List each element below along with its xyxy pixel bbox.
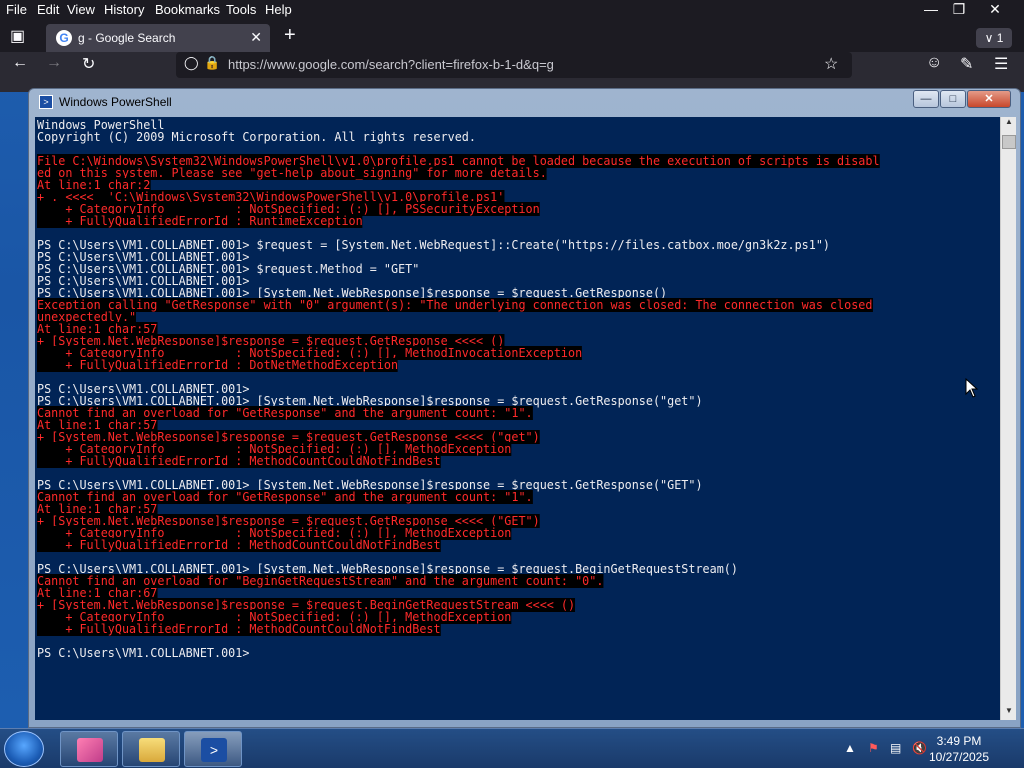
console-line: Cannot find an overload for "GetResponse… [37,490,880,504]
minimize-icon[interactable]: — [916,0,946,20]
taskbar: > ▲ ⚑ ▤ 🔇 3:49 PM 10/27/2025 [0,728,1024,768]
show-hidden-icons-icon[interactable]: ▲ [844,741,856,755]
powershell-icon: > [201,738,227,762]
console-error-text: + FullyQualifiedErrorId : MethodCountCou… [37,454,441,468]
menu-bookmarks[interactable]: Bookmarks [155,2,220,17]
restore-icon[interactable]: ❐ [944,0,974,20]
console-scrollbar[interactable]: ▲ ▼ [1000,117,1016,720]
scroll-up-icon[interactable]: ▲ [1001,117,1017,131]
tab-google-search[interactable]: G g - Google Search ✕ [46,24,270,52]
bookmark-star-icon[interactable]: ☆ [824,54,838,74]
console-line: PS C:\Users\VM1.COLLABNET.001> [37,647,880,659]
url-text[interactable]: https://www.google.com/search?client=fir… [228,57,554,72]
ps-close-button[interactable]: ✕ [967,90,1011,108]
console-error-text: + FullyQualifiedErrorId : DotNetMethodEx… [37,358,399,372]
tab-close-icon[interactable]: ✕ [250,29,262,46]
console-line: unexpectedly." [37,310,880,324]
console-line: Copyright (C) 2009 Microsoft Corporation… [37,131,880,143]
extensions-icon[interactable]: ✎ [960,54,973,74]
start-button[interactable] [4,731,44,767]
folder-icon [139,738,165,762]
tab-title: g - Google Search [78,31,176,45]
ps-minimize-button[interactable]: — [913,90,939,108]
system-tray: ▲ ⚑ ▤ 🔇 3:49 PM 10/27/2025 [824,729,1024,768]
console-line: + FullyQualifiedErrorId : RuntimeExcepti… [37,214,880,228]
mouse-pointer-icon [965,378,979,398]
console-lines: Windows PowerShell Copyright (C) 2009 Mic… [37,119,897,659]
taskbar-powershell[interactable]: > [184,731,242,767]
menu-help[interactable]: Help [265,2,292,17]
console-line: ed on this system. Please see "get-help … [37,166,880,180]
firefox-view-icon[interactable]: ▣ [10,26,25,46]
taskbar-firefox-dev[interactable] [60,731,118,767]
google-favicon-icon: G [56,30,72,46]
menu-edit[interactable]: Edit [37,2,59,17]
forward-icon[interactable]: → [46,54,62,72]
menu-file[interactable]: File [6,2,27,17]
hamburger-menu-icon[interactable]: ☰ [994,54,1008,74]
menu-history[interactable]: History [104,2,144,17]
console-error-text: + FullyQualifiedErrorId : MethodCountCou… [37,538,441,552]
new-tab-icon[interactable]: + [284,24,296,47]
app-icon [77,738,103,762]
tab-list-button[interactable]: ∨ 1 [976,28,1012,48]
url-bar[interactable]: ◯ 🔒 https://www.google.com/search?client… [176,52,852,78]
menu-tools[interactable]: Tools [226,2,256,17]
account-icon[interactable]: ☺ [926,54,942,72]
lock-icon[interactable]: 🔒 [204,55,220,71]
powershell-title: Windows PowerShell [59,95,172,109]
console-line: + FullyQualifiedErrorId : MethodCountCou… [37,454,880,468]
ps-maximize-button[interactable]: □ [940,90,966,108]
back-icon[interactable]: ← [12,54,28,72]
clock-date[interactable]: 10/27/2025 [924,750,994,764]
firefox-tab-bar: ▣ G g - Google Search ✕ + ∨ 1 [0,20,1024,52]
menu-view[interactable]: View [67,2,95,17]
firefox-menu-bar: File Edit View History Bookmarks Tools H… [0,0,1024,20]
console-output[interactable]: Windows PowerShell Copyright (C) 2009 Mic… [35,117,1000,720]
taskbar-explorer[interactable] [122,731,180,767]
console-text: PS C:\Users\VM1.COLLABNET.001> [37,646,250,660]
console-line: Cannot find an overload for "BeginGetReq… [37,574,880,588]
clock-time[interactable]: 3:49 PM [924,734,994,748]
console-error-text: Exception calling "GetResponse" with "0"… [37,298,873,312]
scroll-thumb[interactable] [1002,135,1016,149]
reload-icon[interactable]: ↻ [82,54,95,74]
powershell-window: > Windows PowerShell — □ ✕ Windows Power… [28,88,1021,728]
scroll-down-icon[interactable]: ▼ [1001,706,1017,720]
action-center-icon[interactable]: ⚑ [868,741,879,755]
console-line: Cannot find an overload for "GetResponse… [37,406,880,420]
console-line: Exception calling "GetResponse" with "0"… [37,298,880,312]
powershell-icon: > [39,95,53,109]
tracking-shield-icon[interactable]: ◯ [184,55,199,71]
console-error-text: + FullyQualifiedErrorId : RuntimeExcepti… [37,214,363,228]
console-line: + FullyQualifiedErrorId : DotNetMethodEx… [37,358,880,372]
console-text: Copyright (C) 2009 Microsoft Corporation… [37,130,476,144]
tab-count: 1 [996,31,1004,45]
close-icon[interactable]: ✕ [980,0,1010,20]
firefox-nav-bar: ← → ↻ ◯ 🔒 https://www.google.com/search?… [0,52,1024,80]
console-line: + FullyQualifiedErrorId : MethodCountCou… [37,622,880,636]
console-line: + FullyQualifiedErrorId : MethodCountCou… [37,538,880,552]
network-icon[interactable]: ▤ [890,741,901,755]
console-error-text: + FullyQualifiedErrorId : MethodCountCou… [37,622,441,636]
